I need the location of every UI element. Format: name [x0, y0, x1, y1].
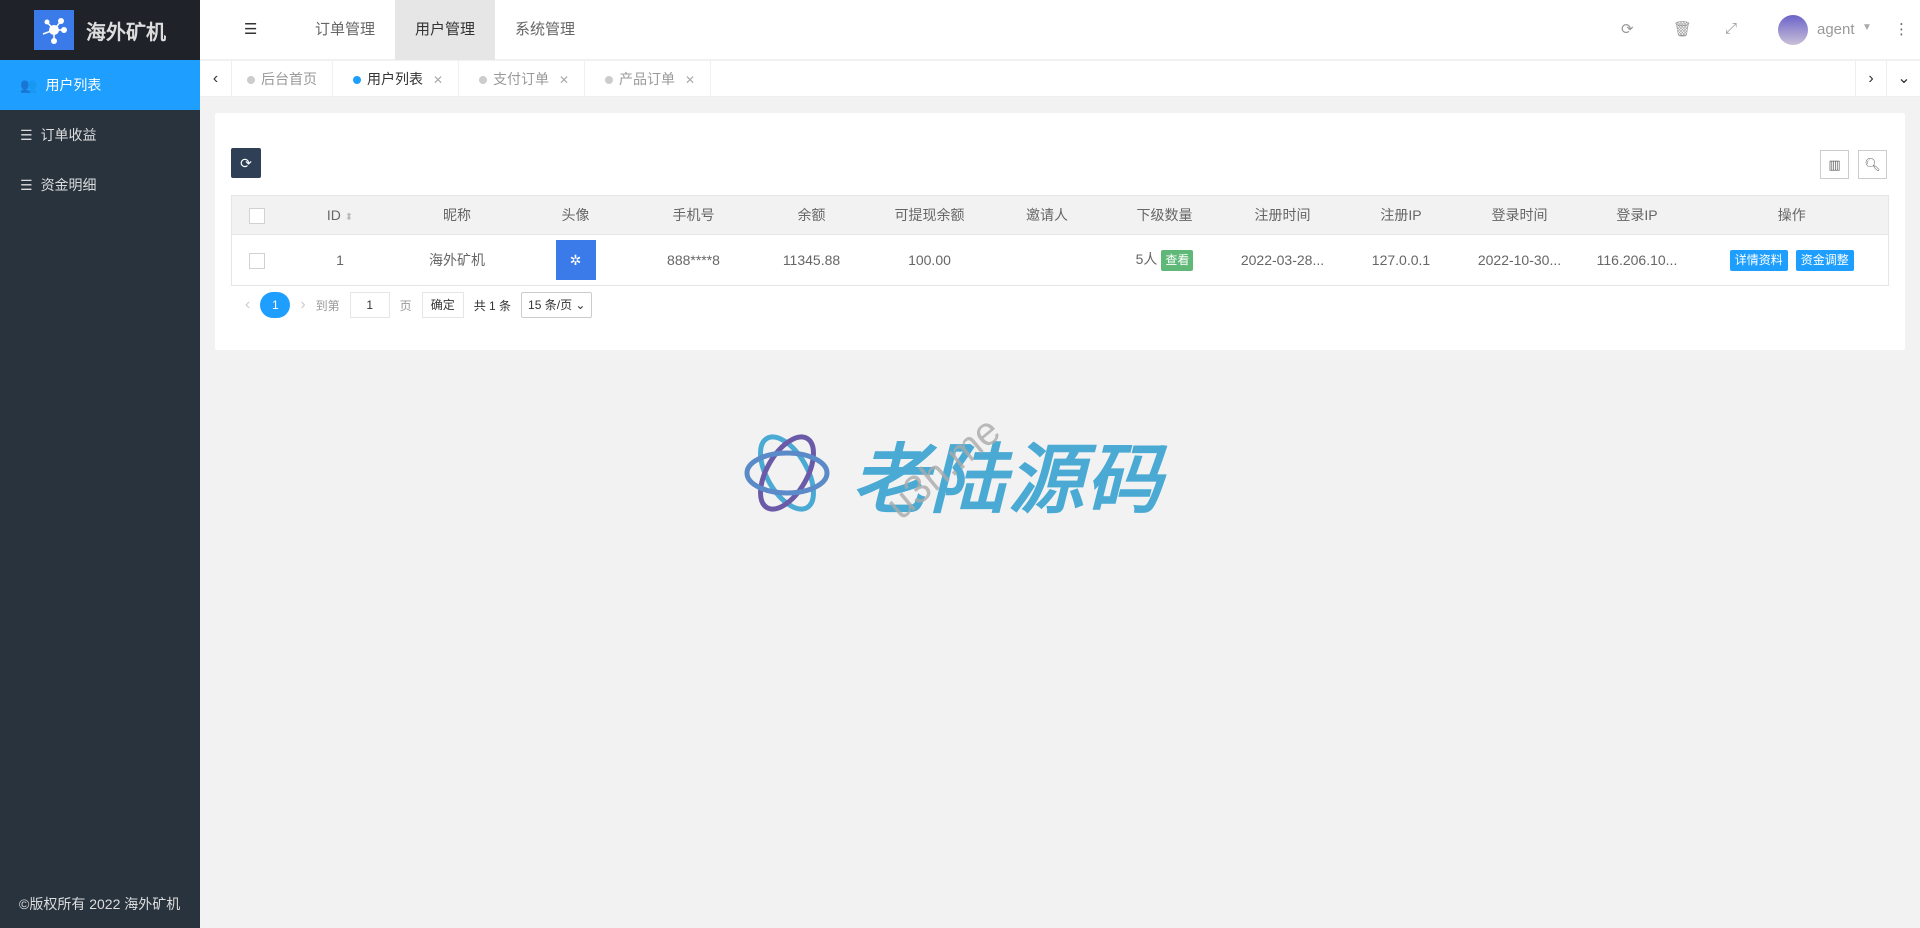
logo[interactable]: 海外矿机: [0, 0, 200, 60]
col-phone: 手机号: [635, 196, 753, 235]
watermark-logo-icon: [742, 425, 832, 521]
column-filter-button[interactable]: ▥: [1820, 150, 1849, 179]
avatar[interactable]: [1778, 15, 1808, 45]
watermark: 老陆源码 u3h.me: [742, 418, 1164, 528]
col-subcount: 下级数量: [1106, 196, 1224, 235]
page-1[interactable]: 1: [260, 292, 290, 318]
menu-collapse-icon[interactable]: ☰: [244, 20, 257, 38]
sort-icon: ⬍: [345, 212, 353, 223]
trash-icon[interactable]: 🗑: [1673, 20, 1692, 38]
close-icon[interactable]: ✕: [559, 73, 569, 87]
tab-scroll-right[interactable]: ›: [1855, 61, 1887, 97]
col-balance: 余额: [753, 196, 871, 235]
tab-scroll-left[interactable]: ‹: [200, 61, 232, 97]
logo-icon: [34, 10, 74, 50]
list-icon: ☰: [20, 177, 33, 194]
sidebar-item-fund-details[interactable]: ☰资金明细: [0, 160, 200, 210]
col-avatar: 头像: [517, 196, 635, 235]
view-subordinates-button[interactable]: 查看: [1161, 250, 1193, 271]
confirm-page-button[interactable]: 确定: [422, 292, 464, 318]
col-login-time: 登录时间: [1461, 196, 1579, 235]
col-nickname: 昵称: [398, 196, 517, 235]
col-inviter: 邀请人: [989, 196, 1106, 235]
col-reg-ip: 注册IP: [1342, 196, 1461, 235]
col-login-ip: 登录IP: [1579, 196, 1696, 235]
fund-adjust-button[interactable]: 资金调整: [1796, 250, 1854, 271]
username[interactable]: agent: [1817, 21, 1855, 38]
user-avatar: ✲: [556, 240, 596, 280]
nav-order-management[interactable]: 订单管理: [295, 0, 395, 60]
details-button[interactable]: 详情资料: [1730, 250, 1788, 271]
user-table: ID ⬍ 昵称 头像 手机号 余额 可提现余额 邀请人 下级数量 注册时间 注册…: [231, 195, 1889, 286]
nav-user-management[interactable]: 用户管理: [395, 0, 495, 60]
page-input[interactable]: 1: [350, 292, 390, 318]
tab-bar: ‹ 后台首页 用户列表✕ 支付订单✕ 产品订单✕ › ⌄: [200, 61, 1920, 97]
page-size-select[interactable]: 15 条/页 ⌄: [521, 292, 592, 318]
refresh-button[interactable]: ⟳: [231, 148, 261, 178]
col-actions: 操作: [1696, 196, 1889, 235]
pagination: ‹ 1 › 到第 1 页 确定 共 1 条 15 条/页 ⌄: [245, 291, 592, 319]
user-list-card: ⟳ ▥ 🔍︎ ID ⬍ 昵称 头像 手机号 余额 可提现余额 邀请人 下级数量 …: [215, 113, 1905, 350]
users-icon: 👥: [20, 77, 37, 94]
refresh-icon[interactable]: ⟳: [1621, 20, 1634, 38]
close-icon[interactable]: ✕: [685, 73, 695, 87]
table-row: 1 海外矿机 ✲ 888****8 11345.88 100.00 5人查看 2…: [232, 235, 1889, 286]
prev-page-icon[interactable]: ‹: [245, 296, 250, 314]
table-header: ID ⬍ 昵称 头像 手机号 余额 可提现余额 邀请人 下级数量 注册时间 注册…: [232, 196, 1889, 235]
tab-home[interactable]: 后台首页: [232, 61, 333, 97]
sidebar-item-user-list[interactable]: 👥用户列表: [0, 60, 200, 110]
sidebar-item-order-income[interactable]: ☰订单收益: [0, 110, 200, 160]
sidebar: 海外矿机 👥用户列表 ☰订单收益 ☰资金明细 ©版权所有 2022 海外矿机: [0, 0, 200, 928]
copyright: ©版权所有 2022 海外矿机: [19, 894, 180, 914]
search-button[interactable]: 🔍︎: [1858, 150, 1887, 179]
col-withdrawable: 可提现余额: [871, 196, 989, 235]
tab-user-list[interactable]: 用户列表✕: [338, 61, 459, 97]
next-page-icon[interactable]: ›: [300, 296, 305, 314]
row-checkbox[interactable]: [249, 253, 265, 269]
fullscreen-icon[interactable]: ⤢: [1725, 20, 1737, 37]
app-title: 海外矿机: [86, 16, 166, 45]
list-icon: ☰: [20, 127, 33, 144]
col-id[interactable]: ID ⬍: [283, 196, 398, 235]
nav-system-management[interactable]: 系统管理: [495, 0, 595, 60]
close-icon[interactable]: ✕: [433, 73, 443, 87]
col-reg-time: 注册时间: [1224, 196, 1342, 235]
tab-product-orders[interactable]: 产品订单✕: [590, 61, 711, 97]
tab-dropdown[interactable]: ⌄: [1888, 61, 1920, 97]
more-icon[interactable]: ⋮: [1894, 20, 1909, 38]
top-header: ☰ 订单管理 用户管理 系统管理 ⟳ 🗑 ⤢ agent ▼ ⋮: [200, 0, 1920, 60]
tab-payment-orders[interactable]: 支付订单✕: [464, 61, 585, 97]
caret-down-icon[interactable]: ▼: [1862, 22, 1872, 33]
select-all-checkbox[interactable]: [249, 208, 265, 224]
